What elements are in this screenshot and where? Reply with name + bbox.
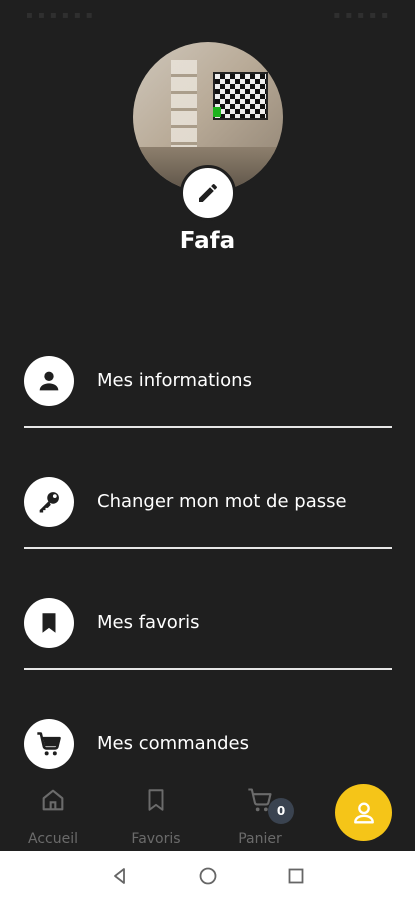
avatar-green-spot bbox=[213, 107, 221, 117]
divider bbox=[24, 547, 392, 549]
menu-icon-circle bbox=[24, 598, 74, 648]
menu-icon-circle bbox=[24, 356, 74, 406]
nav-item-panier[interactable]: 0 Panier bbox=[220, 776, 300, 851]
status-bar: ▪ ▪ ▪ ▪ ▪ ▪ ▪ ▪ ▪ ▪ ▪ bbox=[0, 0, 415, 30]
person-icon bbox=[39, 371, 59, 391]
profile-name: Fafa bbox=[179, 228, 236, 254]
home-icon bbox=[42, 789, 64, 811]
menu-item-label: Mes commandes bbox=[97, 733, 249, 754]
bookmark-icon bbox=[148, 789, 164, 811]
nav-label: Accueil bbox=[28, 831, 78, 847]
nav-label: Panier bbox=[238, 831, 282, 847]
divider bbox=[24, 426, 392, 428]
nav-item-favoris[interactable]: Favoris bbox=[116, 776, 196, 851]
cart-icon bbox=[37, 732, 61, 756]
menu-item-mes-favoris[interactable]: Mes favoris bbox=[0, 584, 415, 705]
nav-label: Favoris bbox=[131, 831, 181, 847]
recents-square-icon[interactable] bbox=[286, 866, 306, 886]
bookmark-icon bbox=[42, 613, 56, 633]
menu-item-label: Mes favoris bbox=[97, 612, 200, 633]
nav-item-profile-active[interactable] bbox=[335, 784, 392, 841]
pencil-icon bbox=[199, 183, 217, 202]
profile-menu: Mes informations Changer mon mot de pass… bbox=[0, 342, 415, 826]
avatar-shelf bbox=[171, 60, 197, 155]
nav-item-accueil[interactable]: Accueil bbox=[13, 776, 93, 851]
system-navigation-bar bbox=[0, 851, 415, 900]
home-circle-icon[interactable] bbox=[198, 866, 218, 886]
menu-item-label: Mes informations bbox=[97, 370, 252, 391]
menu-icon-circle bbox=[24, 477, 74, 527]
person-icon bbox=[353, 802, 374, 823]
profile-avatar-area bbox=[133, 42, 283, 221]
menu-item-label: Changer mon mot de passe bbox=[97, 491, 347, 512]
key-icon bbox=[39, 492, 59, 513]
status-bar-left: ▪ ▪ ▪ ▪ ▪ ▪ bbox=[26, 9, 94, 21]
menu-item-mes-informations[interactable]: Mes informations bbox=[0, 342, 415, 463]
cart-count-badge: 0 bbox=[268, 798, 294, 824]
menu-icon-circle bbox=[24, 719, 74, 769]
edit-avatar-button[interactable] bbox=[180, 165, 236, 221]
avatar-tv bbox=[213, 72, 268, 120]
divider bbox=[24, 668, 392, 670]
menu-item-changer-mot-de-passe[interactable]: Changer mon mot de passe bbox=[0, 463, 415, 584]
back-triangle-icon[interactable] bbox=[110, 866, 130, 886]
status-bar-right: ▪ ▪ ▪ ▪ ▪ bbox=[333, 9, 389, 21]
